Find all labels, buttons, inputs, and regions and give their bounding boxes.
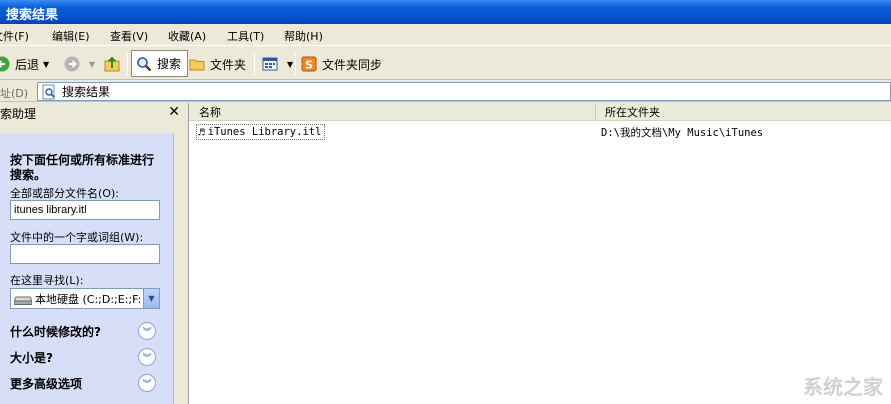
results-pane: 名称 所在文件夹 ♬ iTunes Library.itl D:\我的文档\My…: [188, 103, 891, 404]
forward-dropdown-icon[interactable]: ▼: [89, 60, 95, 69]
watermark-logo: 系统之家: [803, 375, 883, 399]
lookin-select[interactable]: 本地硬盘 (C:;D:;E:;F: ▼: [10, 288, 160, 309]
expand-chevron-icon[interactable]: ︾: [138, 322, 156, 340]
table-row[interactable]: ♬ iTunes Library.itl D:\我的文档\My Music\iT…: [189, 123, 891, 141]
toolbar: 后退 ▼ ▼ 搜索 文件夹 ▼ S 文件夹同步: [0, 46, 891, 80]
option-modified-date[interactable]: 什么时候修改的?: [10, 323, 101, 340]
phrase-label: 文件中的一个字或词组(W):: [10, 231, 144, 244]
search-heading: 按下面任何或所有标准进行搜索。: [10, 153, 155, 182]
option-size[interactable]: 大小是?: [10, 349, 53, 366]
filename-input[interactable]: [10, 200, 160, 220]
music-file-icon: ♬: [198, 125, 205, 139]
svg-text:S: S: [305, 59, 313, 72]
toolbar-separator: [127, 53, 128, 75]
hard-drive-icon: [13, 293, 33, 305]
filename-label: 全部或部分文件名(O):: [10, 187, 119, 200]
folders-button[interactable]: 文件夹: [189, 52, 246, 76]
views-dropdown-icon[interactable]: ▼: [287, 60, 293, 69]
close-icon[interactable]: ✕: [168, 104, 180, 120]
menu-tools[interactable]: 工具(T): [227, 28, 264, 44]
file-name: iTunes Library.itl: [207, 126, 322, 138]
menu-view[interactable]: 查看(V): [110, 28, 148, 44]
up-folder-icon: [104, 56, 120, 72]
sync-icon: S: [301, 56, 317, 72]
toolbar-separator: [295, 53, 296, 75]
title-bar: 搜索结果: [0, 0, 891, 24]
folder-icon: [189, 56, 205, 72]
back-button[interactable]: 后退 ▼: [0, 52, 49, 76]
search-panel: 按下面任何或所有标准进行搜索。 全部或部分文件名(O): 文件中的一个字或词组(…: [0, 133, 174, 404]
forward-button[interactable]: ▼: [64, 52, 95, 76]
toolbar-separator: [254, 53, 255, 75]
address-bar: 地址(D) 搜索结果: [0, 80, 891, 102]
menu-favorites[interactable]: 收藏(A): [168, 28, 206, 44]
file-name-cell[interactable]: ♬ iTunes Library.itl: [196, 124, 326, 140]
up-button[interactable]: [104, 52, 125, 76]
menu-bar: 文件(F) 编辑(E) 查看(V) 收藏(A) 工具(T) 帮助(H): [0, 24, 891, 46]
back-dropdown-icon[interactable]: ▼: [43, 60, 49, 69]
sync-label: 文件夹同步: [322, 57, 383, 72]
expand-chevron-icon[interactable]: ︾: [138, 374, 156, 392]
lookin-value: 本地硬盘 (C:;D:;E:;F:: [35, 292, 142, 306]
menu-file[interactable]: 文件(F): [0, 28, 29, 44]
option-advanced[interactable]: 更多高级选项: [10, 375, 82, 392]
column-headers: 名称 所在文件夹: [189, 103, 891, 121]
phrase-input[interactable]: [10, 244, 160, 264]
address-label: 地址(D): [0, 87, 29, 100]
search-label: 搜索: [157, 57, 182, 71]
address-value: 搜索结果: [62, 85, 111, 99]
menu-help[interactable]: 帮助(H): [284, 28, 323, 44]
back-arrow-icon: [0, 56, 10, 72]
search-assistant-pane: 搜索助理 ✕ 按下面任何或所有标准进行搜索。 全部或部分文件名(O): 文件中的…: [0, 103, 188, 404]
sync-button[interactable]: S 文件夹同步: [301, 52, 382, 76]
search-results-icon: [41, 84, 57, 100]
pane-title: 搜索助理: [0, 106, 37, 121]
file-folder-cell: D:\我的文档\My Music\iTunes: [601, 127, 764, 139]
window-title: 搜索结果: [6, 8, 59, 23]
search-button[interactable]: 搜索: [131, 50, 189, 77]
expand-chevron-icon[interactable]: ︾: [138, 348, 156, 366]
views-icon: [262, 56, 278, 72]
address-field[interactable]: 搜索结果: [37, 82, 891, 101]
pane-header: 搜索助理 ✕: [0, 103, 188, 123]
back-label: 后退: [15, 57, 40, 72]
views-button[interactable]: ▼: [262, 52, 293, 76]
chevron-down-icon[interactable]: ▼: [143, 289, 159, 308]
column-name[interactable]: 名称: [189, 103, 595, 121]
forward-arrow-icon: [64, 56, 80, 72]
magnifier-icon: [136, 56, 152, 72]
column-folder[interactable]: 所在文件夹: [595, 103, 891, 121]
folders-label: 文件夹: [210, 57, 247, 72]
menu-edit[interactable]: 编辑(E): [52, 28, 90, 44]
lookin-label: 在这里寻找(L):: [10, 274, 84, 287]
